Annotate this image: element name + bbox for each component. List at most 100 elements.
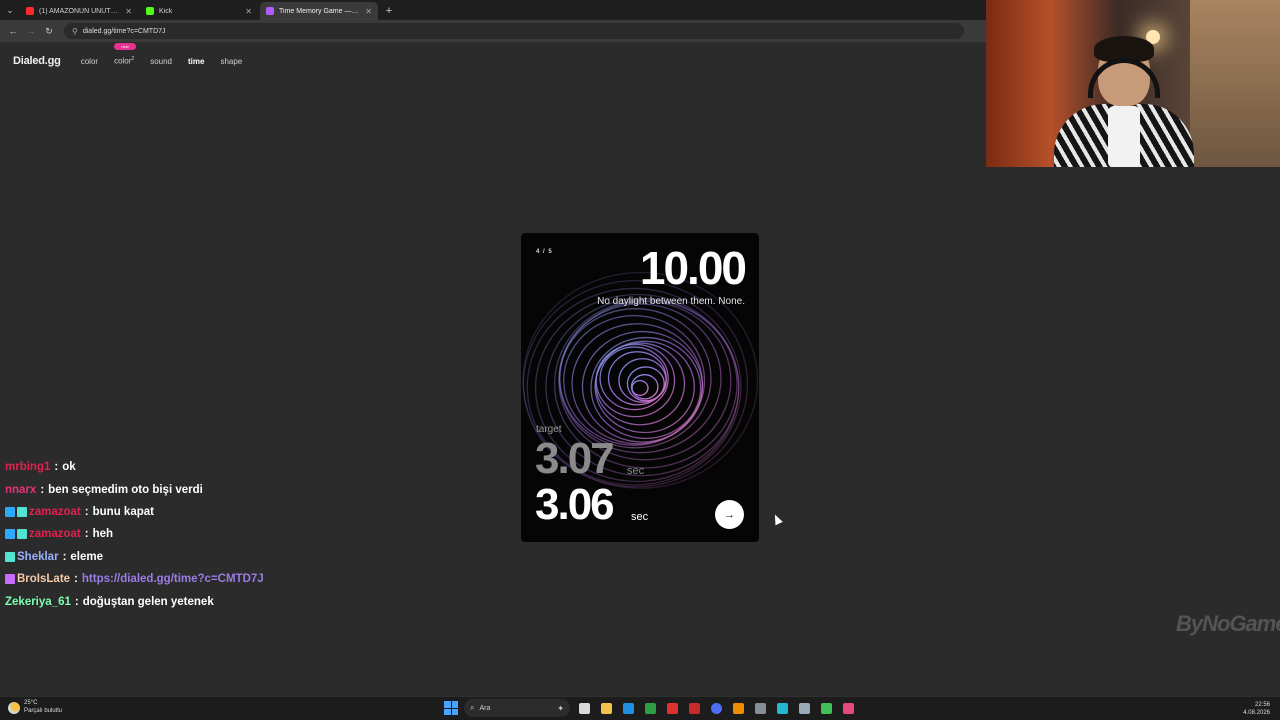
tab-title: (1) AMAZONUN UNUTULAN K	[39, 7, 120, 15]
chat-message: zamazoat: bunu kapat	[5, 501, 425, 523]
taskbar-app-icon[interactable]	[774, 700, 790, 716]
nav-sound[interactable]: sound	[150, 57, 172, 66]
chat-username[interactable]: Sheklar	[17, 551, 59, 563]
taskbar-app-icon[interactable]	[708, 700, 724, 716]
spiral-ring	[631, 379, 649, 397]
target-unit: sec	[627, 465, 645, 477]
tab-title: Kick	[159, 7, 173, 15]
weather-widget[interactable]: 25°C Parçalı bulutlu	[8, 700, 62, 716]
taskbar-apps: ⌕ Ara ✦	[444, 699, 856, 717]
browser-tab-bar: ⌄ (1) AMAZONUN UNUTULAN K ✕ Kick ✕ Time …	[0, 0, 986, 20]
nav-shape[interactable]: shape	[220, 57, 242, 66]
chat-message: BroIsLate: https://dialed.gg/time?c=CMTD7…	[5, 568, 425, 590]
address-bar[interactable]: ⚲ dialed.gg/time?c=CMTD7J	[64, 23, 964, 39]
chat-separator: :	[62, 550, 67, 563]
chat-text: ben seçmedim oto bişi verdi	[48, 483, 203, 496]
taskbar-app-icon[interactable]	[576, 700, 592, 716]
chat-badge-icon	[5, 574, 15, 585]
nav-time[interactable]: time	[188, 57, 204, 66]
browser-tab-youtube[interactable]: (1) AMAZONUN UNUTULAN K ✕	[20, 2, 138, 20]
streamer-figure	[1048, 36, 1198, 167]
windows-start-icon[interactable]	[444, 701, 458, 715]
chat-text: eleme	[70, 550, 104, 563]
nav-superscript: 2	[131, 56, 135, 63]
kick-favicon-icon	[146, 7, 154, 15]
browser-tab-dialed[interactable]: Time Memory Game — Ho ✕	[260, 2, 378, 20]
system-clock[interactable]: 22:56 4.08.2026	[1243, 701, 1270, 717]
game-card: 4 / 5 10.00 No daylight between them. No…	[521, 233, 759, 542]
tab-search-icon[interactable]: ⌄	[0, 0, 20, 20]
your-time-unit: sec	[631, 511, 649, 523]
taskbar-app-icon[interactable]	[818, 700, 834, 716]
chat-separator: :	[40, 483, 45, 496]
taskbar-app-icon[interactable]	[620, 700, 636, 716]
close-tab-icon[interactable]: ✕	[245, 7, 252, 16]
taskbar-app-icon[interactable]	[752, 700, 768, 716]
taskbar-app-icon[interactable]	[730, 700, 746, 716]
search-icon: ⌕	[470, 703, 475, 712]
chat-badge-icon	[5, 551, 15, 562]
close-tab-icon[interactable]: ✕	[365, 7, 372, 16]
taskbar-app-icon[interactable]	[796, 700, 812, 716]
webcam-overlay	[986, 0, 1280, 167]
taskbar-app-icon[interactable]	[840, 700, 856, 716]
chat-message: mrbing1: ok	[5, 456, 425, 478]
windows-taskbar: 25°C Parçalı bulutlu ⌕ Ara ✦ 22:56 4.08.…	[0, 696, 1280, 720]
taskbar-search[interactable]: ⌕ Ara ✦	[464, 699, 570, 717]
chat-badge-icon	[17, 529, 27, 540]
chat-separator: :	[84, 528, 89, 541]
taskbar-app-icon[interactable]	[664, 700, 680, 716]
weather-temp: 25°C	[24, 700, 38, 706]
taskbar-app-icon[interactable]	[642, 700, 658, 716]
site-nav: Dialed.gg color new color2 sound time sh…	[0, 42, 986, 80]
taskbar-app-icon[interactable]	[686, 700, 702, 716]
search-highlight-icon: ✦	[557, 703, 564, 713]
close-tab-icon[interactable]: ✕	[125, 7, 132, 16]
chat-username[interactable]: zamazoat	[29, 528, 81, 540]
new-tab-button[interactable]: +	[380, 2, 398, 20]
chat-username[interactable]: mrbing1	[5, 461, 50, 473]
reload-icon[interactable]: ↻	[42, 24, 56, 38]
tab-title: Time Memory Game — Ho	[279, 7, 361, 15]
chat-link[interactable]: https://dialed.gg/time?c=CMTD7J	[82, 573, 264, 585]
result-message: No daylight between them. None.	[597, 296, 745, 307]
chat-message: zamazoat: heh	[5, 523, 425, 545]
nav-label: shape	[220, 56, 243, 66]
your-time-value: 3.06	[535, 480, 615, 529]
browser-tab-kick[interactable]: Kick ✕	[140, 2, 258, 20]
youtube-favicon-icon	[26, 7, 34, 15]
chat-separator: :	[74, 573, 78, 586]
partly-cloudy-icon	[8, 701, 20, 714]
round-counter: 4 / 5	[536, 249, 553, 255]
weather-desc: Parçalı bulutlu	[24, 707, 63, 714]
chat-text: ok	[62, 461, 76, 474]
chat-username[interactable]: nnarx	[5, 484, 36, 496]
goal-time: 10.00	[639, 242, 747, 294]
browser-toolbar: ← → ↻ ⚲ dialed.gg/time?c=CMTD7J	[0, 20, 986, 42]
chat-separator: :	[74, 595, 79, 608]
new-badge: new	[114, 43, 137, 51]
nav-label: sound	[150, 56, 172, 66]
chat-username[interactable]: BroIsLate	[17, 573, 70, 585]
nav-color[interactable]: color	[81, 57, 98, 66]
chat-username[interactable]: zamazoat	[29, 506, 81, 518]
webcam-wall	[1190, 0, 1280, 167]
site-logo[interactable]: Dialed.gg	[13, 55, 61, 67]
nav-color-2[interactable]: new color2	[114, 43, 137, 66]
taskbar-app-icon[interactable]	[598, 700, 614, 716]
spiral-ring	[630, 374, 659, 400]
search-placeholder: Ara	[479, 704, 491, 712]
streamer-undershirt	[1108, 106, 1140, 167]
chat-username[interactable]: Zekeriya_61	[5, 596, 71, 608]
chat-text: doğuştan gelen yetenek	[82, 595, 214, 608]
site-info-icon[interactable]: ⚲	[72, 27, 78, 36]
nav-label: color	[80, 56, 99, 66]
chat-separator: :	[84, 505, 89, 518]
chat-text: bunu kapat	[92, 505, 154, 518]
arrow-right-icon: →	[724, 508, 735, 521]
nav-label: time	[187, 56, 205, 66]
back-arrow-icon[interactable]: ←	[6, 24, 20, 38]
forward-arrow-icon[interactable]: →	[24, 24, 38, 38]
chat-message: nnarx: ben seçmedim oto bişi verdi	[5, 478, 425, 500]
next-button[interactable]: →	[715, 500, 744, 529]
